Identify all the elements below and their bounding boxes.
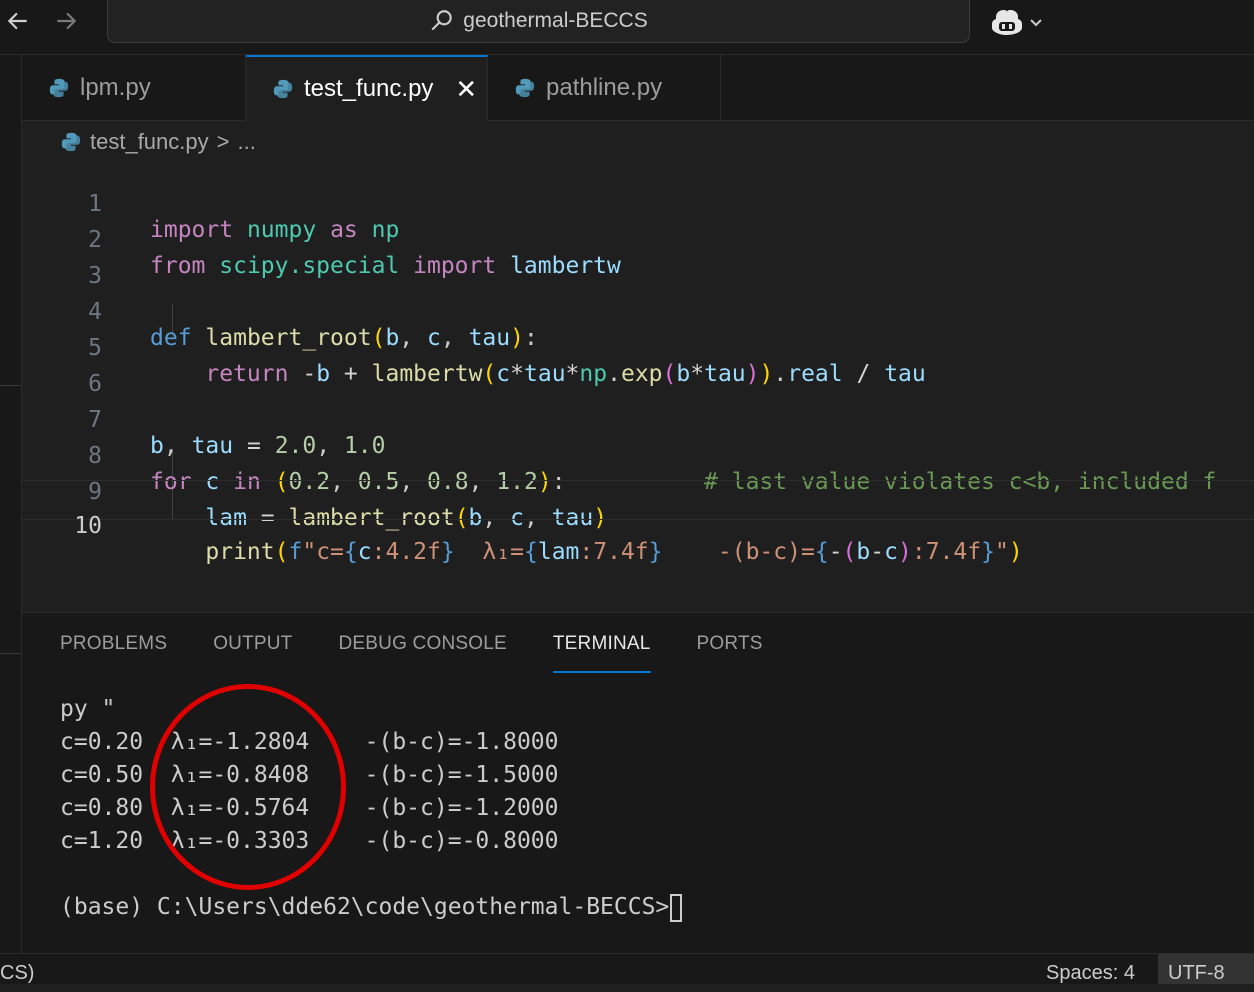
line-number: 10 <box>74 513 102 539</box>
tab-label: test_func.py <box>304 75 434 102</box>
activity-bar <box>0 55 22 953</box>
python-file-icon <box>49 78 69 97</box>
tab-label: pathline.py <box>546 73 663 101</box>
chevron-down-icon <box>1030 19 1042 27</box>
tab-label: lpm.py <box>80 73 151 101</box>
python-file-icon <box>515 78 535 97</box>
tab-ports[interactable]: PORTS <box>697 633 763 673</box>
status-indentation[interactable]: Spaces: 4 <box>1046 962 1135 985</box>
code-line: 5 return -b + lambertw(c*tau*np.exp(b*ta… <box>22 304 1254 387</box>
code-line: 2 from scipy.special import lambertw <box>22 196 1254 279</box>
tab-pathline-py[interactable]: pathline.py <box>488 55 721 120</box>
terminal-prompt-line: (base) C:\Users\dde62\code\geothermal-BE… <box>60 891 683 924</box>
activity-divider <box>0 385 21 386</box>
code-line: 4 def lambert_root(b, c, tau): <box>22 268 1254 351</box>
breadcrumb-symbol[interactable]: ... <box>238 129 256 155</box>
terminal-line: c=1.20 λ₁=-0.3303 -(b-c)=-0.8000 <box>60 828 559 854</box>
terminal-cursor <box>670 893 683 922</box>
tab-problems[interactable]: PROBLEMS <box>60 633 167 673</box>
back-button[interactable] <box>3 6 33 36</box>
terminal-prompt: (base) C:\Users\dde62\code\geothermal-BE… <box>60 894 670 920</box>
status-encoding[interactable]: UTF-8 <box>1158 954 1254 984</box>
annotation-circle <box>150 684 346 890</box>
copilot-icon <box>992 10 1022 35</box>
breadcrumb: test_func.py > ... <box>60 126 256 158</box>
breadcrumb-file[interactable]: test_func.py <box>90 129 209 155</box>
python-file-icon <box>273 79 293 99</box>
code-text: print(f"c={c:4.2f} λ₁={lam:7.4f} -(b-c)=… <box>205 539 1023 565</box>
code-line: 6 <box>22 340 1254 397</box>
code-line: 7 b, tau = 2.0, 1.0 <box>22 376 1254 459</box>
code-line: 9 lam = lambert_root(b, c, tau) <box>22 448 1254 531</box>
editor-tab-bar: lpm.py test_func.py ✕ pathline.py <box>22 55 1254 121</box>
close-icon[interactable]: ✕ <box>455 76 477 102</box>
arrow-left-icon <box>7 12 27 30</box>
forward-button[interactable] <box>51 6 81 36</box>
code-line-current: 10 print(f"c={c:4.2f} λ₁={lam:7.4f} -(b-… <box>22 480 1254 565</box>
code-line: 1 import numpy as np <box>22 160 1254 243</box>
title-bar: geothermal-BECCS <box>0 0 1254 55</box>
code-line: 3 <box>22 232 1254 289</box>
code-line: 8 for c in (0.2, 0.5, 0.8, 1.2): # last … <box>22 412 1254 495</box>
status-item-left[interactable]: CS) <box>0 962 34 985</box>
tab-output[interactable]: OUTPUT <box>213 633 292 673</box>
tab-test-func-py[interactable]: test_func.py ✕ <box>246 55 488 121</box>
python-file-icon <box>61 132 81 152</box>
terminal-line: py " <box>60 696 116 722</box>
tab-terminal[interactable]: TERMINAL <box>552 633 651 673</box>
status-bar: CS) Spaces: 4 UTF-8 <box>0 953 1254 984</box>
panel-tabs: PROBLEMS OUTPUT DEBUG CONSOLE TERMINAL P… <box>60 633 763 673</box>
tab-debug-console[interactable]: DEBUG CONSOLE <box>339 633 507 673</box>
tab-lpm-py[interactable]: lpm.py <box>22 55 246 120</box>
command-center-label: geothermal-BECCS <box>463 9 648 32</box>
breadcrumb-separator: > <box>216 129 230 154</box>
activity-divider <box>0 653 21 654</box>
code-editor[interactable]: 1 import numpy as np 2 from scipy.specia… <box>22 160 1254 610</box>
command-center-search[interactable]: geothermal-BECCS <box>107 0 970 43</box>
copilot-button[interactable] <box>990 4 1050 40</box>
search-icon <box>431 10 453 31</box>
arrow-right-icon <box>57 12 77 30</box>
terminal-line: c=0.20 λ₁=-1.2804 -(b-c)=-1.8000 <box>60 729 559 755</box>
